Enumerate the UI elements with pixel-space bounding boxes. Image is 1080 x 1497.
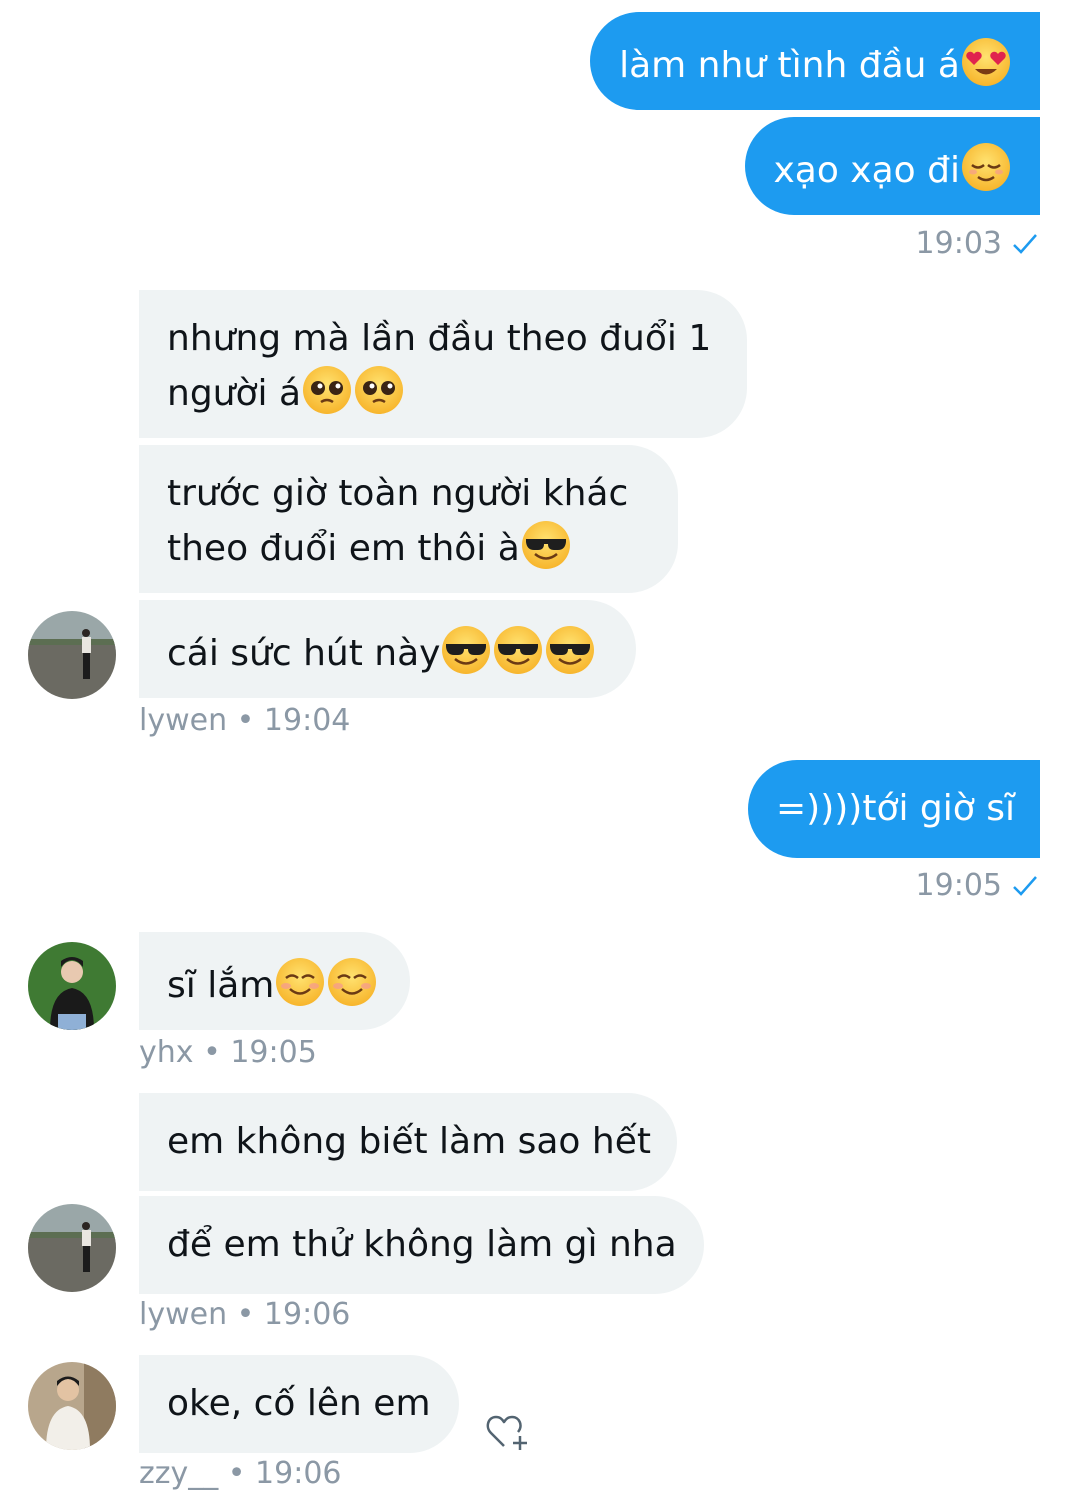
- message-text: =))))tới giờ sĩ: [776, 788, 1016, 829]
- smiling-face-icon: [274, 956, 326, 1008]
- separator: •: [236, 703, 255, 738]
- separator: •: [236, 1297, 255, 1332]
- incoming-message[interactable]: trước giờ toàn người khác theo đuổi em t…: [139, 445, 678, 593]
- avatar-lywen[interactable]: [28, 611, 116, 699]
- message-text: theo đuổi em thôi à: [167, 528, 520, 569]
- incoming-message[interactable]: oke, cố lên em: [139, 1355, 459, 1453]
- message-timestamp: 19:05: [916, 868, 1040, 904]
- incoming-message[interactable]: sĩ lắm: [139, 932, 410, 1030]
- timestamp-text: 19:06: [263, 1297, 351, 1332]
- timestamp-text: 19:03: [915, 226, 1002, 261]
- smiling-face-with-sunglasses-icon: [520, 519, 572, 571]
- message-line: người á: [167, 364, 719, 419]
- message-text: sĩ lắm: [167, 965, 275, 1006]
- pleading-face-icon: [353, 364, 405, 416]
- sender-name: lywen: [139, 703, 228, 738]
- timestamp-text: 19:05: [915, 868, 1002, 903]
- separator: •: [203, 1035, 221, 1070]
- read-check-icon: [1013, 876, 1037, 896]
- separator: •: [227, 1456, 246, 1491]
- read-check-icon: [1013, 234, 1037, 254]
- avatar-yhx[interactable]: [28, 942, 116, 1030]
- incoming-message[interactable]: em không biết làm sao hết: [139, 1093, 677, 1191]
- smiling-face-with-sunglasses-icon: [440, 624, 492, 676]
- sender-meta: lywen • 19:04: [139, 703, 350, 739]
- timestamp-text: 19:06: [255, 1456, 342, 1491]
- add-reaction-heart-icon[interactable]: [480, 1402, 532, 1454]
- timestamp-text: 19:04: [263, 703, 351, 738]
- outgoing-message[interactable]: =))))tới giờ sĩ: [748, 760, 1040, 858]
- smiling-face-icon: [326, 956, 378, 1008]
- incoming-message[interactable]: để em thử không làm gì nha: [139, 1196, 704, 1294]
- message-text: em không biết làm sao hết: [167, 1121, 651, 1162]
- sender-name: zzy__: [139, 1456, 219, 1491]
- relieved-face-icon: [960, 141, 1012, 193]
- avatar-lywen[interactable]: [28, 1204, 116, 1292]
- message-text: người á: [167, 373, 302, 414]
- message-text: để em thử không làm gì nha: [167, 1224, 677, 1265]
- message-line: theo đuổi em thôi à: [167, 519, 650, 574]
- message-text: cái sức hút này: [167, 633, 441, 674]
- outgoing-message[interactable]: xạo xạo đi: [745, 117, 1040, 215]
- smiling-face-with-heart-eyes-icon: [960, 36, 1012, 88]
- message-text: oke, cố lên em: [167, 1383, 431, 1424]
- avatar-zzy[interactable]: [28, 1362, 116, 1450]
- outgoing-message[interactable]: làm như tình đầu á: [590, 12, 1040, 110]
- message-text: làm như tình đầu á: [619, 45, 960, 86]
- sender-meta: lywen • 19:06: [139, 1297, 350, 1333]
- sender-name: yhx: [139, 1035, 194, 1070]
- message-line: nhưng mà lần đầu theo đuổi 1: [167, 318, 712, 359]
- sender-name: lywen: [139, 1297, 228, 1332]
- smiling-face-with-sunglasses-icon: [492, 624, 544, 676]
- smiling-face-with-sunglasses-icon: [544, 624, 596, 676]
- pleading-face-icon: [301, 364, 353, 416]
- sender-meta: zzy__ • 19:06: [139, 1456, 342, 1492]
- timestamp-text: 19:05: [230, 1035, 317, 1070]
- message-line: trước giờ toàn người khác: [167, 473, 629, 514]
- incoming-message[interactable]: cái sức hút này: [139, 600, 636, 698]
- message-text: xạo xạo đi: [773, 150, 960, 191]
- incoming-message[interactable]: nhưng mà lần đầu theo đuổi 1 người á: [139, 290, 747, 438]
- sender-meta: yhx • 19:05: [139, 1035, 317, 1071]
- message-timestamp: 19:03: [916, 226, 1040, 262]
